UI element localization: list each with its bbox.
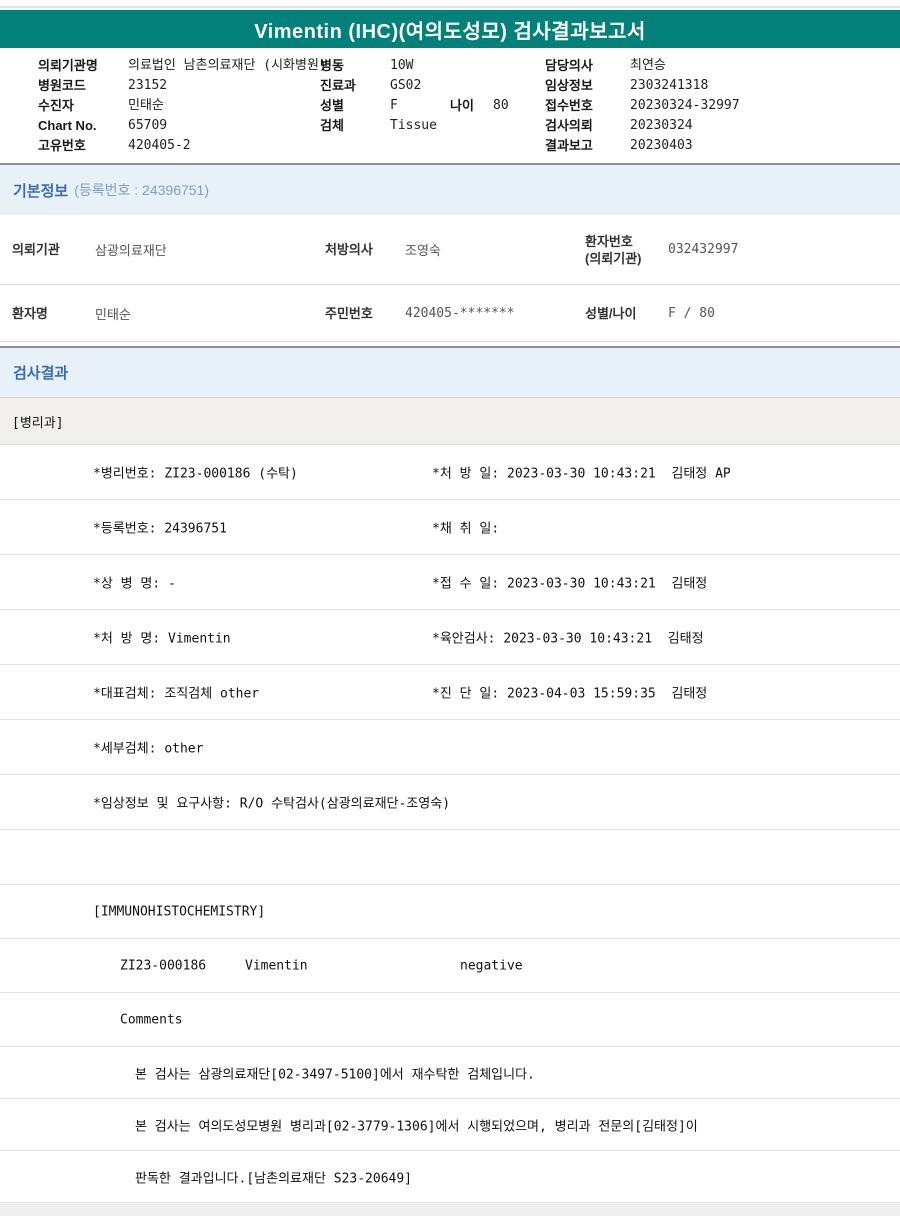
field-value-ward: 10W: [390, 56, 413, 76]
value-patient-name: 민태순: [95, 304, 325, 323]
header-row-3: 수진자 민태순 성별 F 나이 80 접수번호 20230324-32997: [0, 96, 900, 116]
comment-line-2: 본 검사는 여의도성모병원 병리과[02-3779-1306]에서 시행되었으며…: [0, 1099, 900, 1151]
registration-no-text: *등록번호: 24396751: [93, 518, 227, 537]
ihc-code: ZI23-000186: [120, 958, 206, 973]
basic-info-registration-no: (등록번호 : 24396751): [74, 180, 209, 200]
prescribed-date-text: *처 방 일: 2023-03-30 10:43:21 김태정 AP: [432, 463, 731, 482]
ihc-result-row: ZI23-000186 Vimentin negative: [0, 939, 900, 993]
ihc-test-name: Vimentin: [245, 958, 308, 973]
label-patient-name: 환자명: [12, 305, 95, 322]
department-label: [병리과]: [12, 412, 64, 431]
field-value-requesting-org: 의료법인 남촌의료재단 (시화병원): [128, 56, 327, 76]
field-label-chart-no: Chart No.: [38, 116, 97, 136]
detail-row-sub-specimen: *세부검체: other: [0, 720, 900, 775]
received-date-text: *접 수 일: 2023-03-30 10:43:21 김태정: [432, 573, 707, 592]
field-value-hospital-code: 23152: [128, 76, 167, 96]
field-label-patient: 수진자: [38, 96, 74, 116]
diagnosis-name-text: *상 병 명: -: [93, 573, 176, 592]
field-value-clinical-info: 2303241318: [630, 76, 708, 96]
label-resident-no: 주민번호: [325, 305, 405, 322]
detail-row-registration-no: *등록번호: 24396751 *채 취 일:: [0, 500, 900, 555]
field-value-sex: F: [390, 96, 398, 116]
field-value-patient: 민태순: [128, 96, 164, 116]
field-label-hospital-code: 병원코드: [38, 76, 86, 96]
gross-exam-date-text: *육안검사: 2023-03-30 10:43:21 김태정: [432, 628, 704, 647]
label-requesting-org: 의뢰기관: [12, 241, 95, 258]
ihc-section-label: [IMMUNOHISTOCHEMISTRY]: [93, 904, 265, 919]
field-label-requesting-org: 의뢰기관명: [38, 56, 98, 76]
field-label-doctor: 담당의사: [545, 56, 593, 76]
basic-info-section-header: 기본정보 (등록번호 : 24396751): [0, 163, 900, 215]
detail-row-representative-specimen: *대표검체: 조직검체 other *진 단 일: 2023-04-03 15:…: [0, 665, 900, 720]
collected-date-text: *채 취 일:: [432, 518, 499, 537]
patient-info-row-1: 의뢰기관 삼광의료재단 처방의사 조영숙 환자번호 (의뢰기관) 0324329…: [0, 215, 900, 285]
field-value-chart-no: 65709: [128, 116, 167, 136]
comment-text-1: 본 검사는 삼광의료재단[02-3497-5100]에서 재수탁한 검체입니다.: [135, 1063, 535, 1082]
detail-row-prescription-name: *처 방 명: Vimentin *육안검사: 2023-03-30 10:43…: [0, 610, 900, 665]
value-sex-age: F / 80: [668, 306, 900, 321]
report-page: Vimentin (IHC)(여의도성모) 검사결과보고서 의뢰기관명 의료법인…: [0, 0, 900, 1216]
ihc-section-row: [IMMUNOHISTOCHEMISTRY]: [0, 885, 900, 939]
clinical-request-text: *임상정보 및 요구사항: R/O 수탁검사(삼광의료재단-조영숙): [93, 793, 450, 812]
header-row-1: 의뢰기관명 의료법인 남촌의료재단 (시화병원) 병동 10W 담당의사 최연승: [0, 56, 900, 76]
prescription-name-text: *처 방 명: Vimentin: [93, 628, 231, 647]
label-patient-no: 환자번호 (의뢰기관): [585, 233, 668, 267]
field-label-ward: 병동: [320, 56, 344, 76]
diagnosis-date-text: *진 단 일: 2023-04-03 15:59:35 김태정: [432, 683, 707, 702]
sub-specimen-text: *세부검체: other: [93, 738, 203, 757]
comment-line-3: 판독한 결과입니다.[남촌의료재단 S23-20649]: [0, 1151, 900, 1203]
field-value-age: 80: [493, 96, 509, 116]
field-label-age: 나이: [450, 96, 474, 116]
pathology-no-text: *병리번호: ZI23-000186 (수탁): [93, 463, 298, 482]
test-results-title: 검사결과: [13, 362, 68, 383]
report-title: Vimentin (IHC)(여의도성모) 검사결과보고서: [254, 15, 646, 44]
field-label-specimen: 검체: [320, 116, 344, 136]
field-value-result-reported: 20230403: [630, 136, 693, 156]
field-value-unique-no: 420405-2: [128, 136, 191, 156]
value-requesting-org: 삼광의료재단: [95, 240, 325, 259]
test-results-section-header: 검사결과: [0, 346, 900, 398]
label-sex-age: 성별/나이: [585, 305, 668, 322]
detail-row-pathology-no: *병리번호: ZI23-000186 (수탁) *처 방 일: 2023-03-…: [0, 445, 900, 500]
header-row-5: 고유번호 420405-2 결과보고 20230403: [0, 136, 900, 156]
ihc-result-value: negative: [460, 958, 523, 973]
field-value-doctor: 최연승: [630, 56, 666, 76]
field-label-sex: 성별: [320, 96, 344, 116]
header-row-4: Chart No. 65709 검체 Tissue 검사의뢰 20230324: [0, 116, 900, 136]
field-label-department: 진료과: [320, 76, 356, 96]
patient-info-row-2: 환자명 민태순 주민번호 420405-******* 성별/나이 F / 80: [0, 285, 900, 342]
comments-label: Comments: [120, 1012, 183, 1027]
value-prescribing-doctor: 조영숙: [405, 240, 585, 259]
report-title-bar: Vimentin (IHC)(여의도성모) 검사결과보고서: [0, 10, 900, 48]
field-value-test-requested: 20230324: [630, 116, 693, 136]
field-label-receipt-no: 접수번호: [545, 96, 593, 116]
comment-line-1: 본 검사는 삼광의료재단[02-3497-5100]에서 재수탁한 검체입니다.: [0, 1047, 900, 1099]
detail-row-diagnosis-name: *상 병 명: - *접 수 일: 2023-03-30 10:43:21 김태…: [0, 555, 900, 610]
comments-header-row: Comments: [0, 993, 900, 1047]
field-label-result-reported: 결과보고: [545, 136, 593, 156]
detail-row-clinical-request: *임상정보 및 요구사항: R/O 수탁검사(삼광의료재단-조영숙): [0, 775, 900, 830]
field-value-department: GS02: [390, 76, 421, 96]
field-value-receipt-no: 20230324-32997: [630, 96, 740, 116]
field-value-specimen: Tissue: [390, 116, 437, 136]
department-row: [병리과]: [0, 398, 900, 445]
value-resident-no: 420405-*******: [405, 306, 585, 321]
report-header-fields: 의뢰기관명 의료법인 남촌의료재단 (시화병원) 병동 10W 담당의사 최연승…: [0, 56, 900, 156]
value-patient-no: 032432997: [668, 242, 900, 257]
field-label-unique-no: 고유번호: [38, 136, 86, 156]
field-label-test-requested: 검사의뢰: [545, 116, 593, 136]
detail-row-empty: [0, 830, 900, 885]
label-prescribing-doctor: 처방의사: [325, 241, 405, 258]
bottom-band: [0, 1203, 900, 1216]
header-row-2: 병원코드 23152 진료과 GS02 임상정보 2303241318: [0, 76, 900, 96]
comment-text-3: 판독한 결과입니다.[남촌의료재단 S23-20649]: [135, 1167, 412, 1186]
comment-text-2: 본 검사는 여의도성모병원 병리과[02-3779-1306]에서 시행되었으며…: [135, 1115, 698, 1134]
field-label-clinical-info: 임상정보: [545, 76, 593, 96]
representative-specimen-text: *대표검체: 조직검체 other: [93, 683, 259, 702]
basic-info-title: 기본정보: [13, 180, 68, 201]
